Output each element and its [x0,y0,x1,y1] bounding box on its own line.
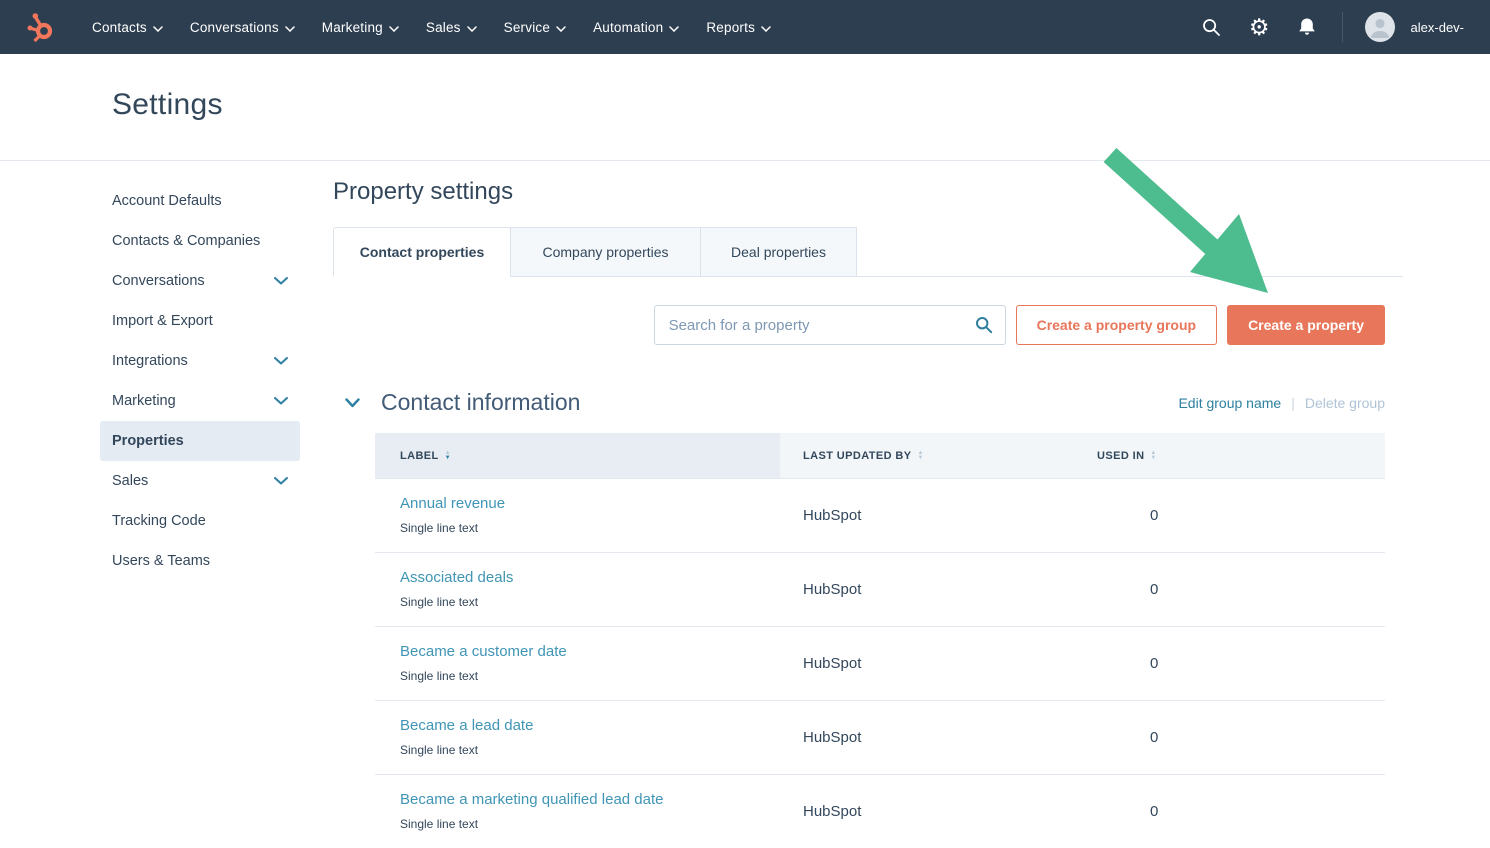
sidebar-item-users-teams[interactable]: Users & Teams [100,541,300,581]
sort-desc-icon: ▼ [917,456,923,461]
create-property-button[interactable]: Create a property [1227,305,1385,345]
property-link[interactable]: Annual revenue [400,495,780,512]
column-header-used-in[interactable]: USED IN ▲▼ [1085,433,1385,478]
chevron-down-icon [389,20,399,35]
chevron-down-icon [669,20,679,35]
main-content: Property settings Contact properties Com… [333,178,1385,848]
create-property-group-button[interactable]: Create a property group [1016,305,1217,345]
avatar[interactable] [1365,12,1395,42]
nav-utilities: ⚙ alex-dev- [1202,12,1464,42]
nav-item-reports[interactable]: Reports [706,20,771,35]
section-title: Property settings [333,178,1385,206]
table-row: Annual revenue Single line text HubSpot … [375,478,1385,552]
primary-menu: Contacts Conversations Marketing Sales S… [92,20,771,35]
search-icon[interactable] [975,316,993,339]
nav-item-sales[interactable]: Sales [426,20,477,35]
property-toolbar: Create a property group Create a propert… [333,305,1385,345]
tab-company-properties[interactable]: Company properties [510,227,701,277]
sidebar-item-import-export[interactable]: Import & Export [100,301,300,341]
property-type: Single line text [400,743,478,757]
sort-desc-icon: ▼ [445,456,451,461]
delete-group-link[interactable]: Delete group [1305,395,1385,411]
property-type: Single line text [400,521,478,535]
sort-icons: ▲▼ [917,451,923,461]
used-in-cell: 0 [1085,803,1385,820]
chevron-down-icon [556,20,566,35]
sidebar-item-contacts-companies[interactable]: Contacts & Companies [100,221,300,261]
sort-icons: ▲▼ [445,451,451,461]
properties-table: LABEL ▲▼ LAST UPDATED BY ▲▼ USED IN ▲▼ A… [375,433,1385,848]
top-navigation: Contacts Conversations Marketing Sales S… [0,0,1490,54]
sidebar-item-integrations[interactable]: Integrations [100,341,300,381]
updated-by-cell: HubSpot [780,507,1085,524]
group-actions: Edit group name | Delete group [1178,395,1385,411]
chevron-down-icon [153,20,163,35]
chevron-down-icon [285,20,295,35]
sidebar-item-tracking-code[interactable]: Tracking Code [100,501,300,541]
table-row: Associated deals Single line text HubSpo… [375,552,1385,626]
nav-item-service[interactable]: Service [504,20,566,35]
property-type-tabs: Contact properties Company properties De… [333,227,1385,277]
column-header-label[interactable]: LABEL ▲▼ [375,433,780,478]
property-link[interactable]: Associated deals [400,569,780,586]
used-in-cell: 0 [1085,581,1385,598]
updated-by-cell: HubSpot [780,655,1085,672]
property-type: Single line text [400,595,478,609]
tab-deal-properties[interactable]: Deal properties [700,227,857,277]
edit-group-name-link[interactable]: Edit group name [1178,395,1281,411]
sidebar-item-properties[interactable]: Properties [100,421,300,461]
updated-by-cell: HubSpot [780,729,1085,746]
table-row: Became a lead date Single line text HubS… [375,700,1385,774]
sidebar-item-sales[interactable]: Sales [100,461,300,501]
search-box [654,305,1006,345]
sidebar-item-account-defaults[interactable]: Account Defaults [100,181,300,221]
property-type: Single line text [400,817,478,831]
chevron-down-icon [467,20,477,35]
table-header-row: LABEL ▲▼ LAST UPDATED BY ▲▼ USED IN ▲▼ [375,433,1385,478]
sidebar-item-conversations[interactable]: Conversations [100,261,300,301]
nav-item-contacts[interactable]: Contacts [92,20,163,35]
collapse-group-icon[interactable] [345,398,360,408]
page-title: Settings [112,88,223,122]
table-row: Became a customer date Single line text … [375,626,1385,700]
sort-icons: ▲▼ [1150,451,1156,461]
group-header: Contact information Edit group name | De… [333,389,1385,416]
property-link[interactable]: Became a marketing qualified lead date [400,791,780,808]
updated-by-cell: HubSpot [780,803,1085,820]
settings-sidebar: Account Defaults Contacts & Companies Co… [100,181,300,581]
sidebar-item-marketing[interactable]: Marketing [100,381,300,421]
chevron-down-icon [274,277,288,285]
search-input[interactable] [654,305,1006,345]
group-title: Contact information [381,389,580,416]
chevron-down-icon [274,397,288,405]
link-separator: | [1291,395,1295,411]
page-header: Settings [0,54,1490,161]
gear-icon[interactable]: ⚙ [1249,17,1270,37]
used-in-cell: 0 [1085,655,1385,672]
nav-item-marketing[interactable]: Marketing [322,20,399,35]
chevron-down-icon [274,477,288,485]
bell-icon[interactable] [1298,17,1316,37]
user-menu[interactable]: alex-dev- [1411,20,1464,35]
search-icon[interactable] [1202,18,1221,37]
updated-by-cell: HubSpot [780,581,1085,598]
used-in-cell: 0 [1085,507,1385,524]
table-row: Became a marketing qualified lead date S… [375,774,1385,848]
tab-contact-properties[interactable]: Contact properties [333,227,511,277]
nav-item-conversations[interactable]: Conversations [190,20,295,35]
chevron-down-icon [761,20,771,35]
used-in-cell: 0 [1085,729,1385,746]
property-type: Single line text [400,669,478,683]
nav-divider [1342,12,1343,42]
tab-baseline [857,227,1403,277]
chevron-down-icon [274,357,288,365]
property-link[interactable]: Became a lead date [400,717,780,734]
hubspot-logo-icon[interactable] [26,10,58,44]
property-link[interactable]: Became a customer date [400,643,780,660]
nav-item-automation[interactable]: Automation [593,20,679,35]
sort-desc-icon: ▼ [1150,456,1156,461]
column-header-last-updated-by[interactable]: LAST UPDATED BY ▲▼ [780,433,1085,478]
